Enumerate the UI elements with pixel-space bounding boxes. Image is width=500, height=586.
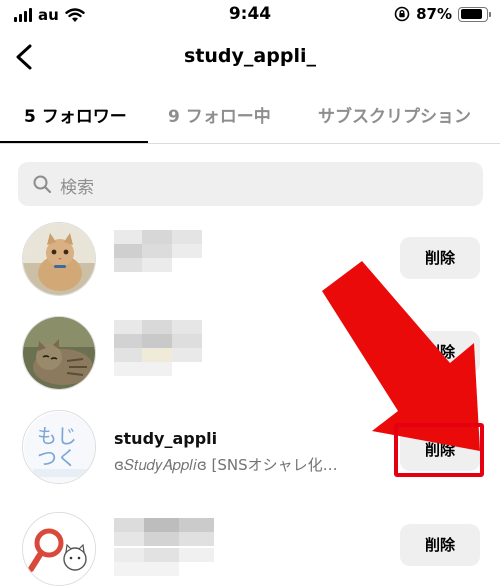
header: study_appli_ [0,30,500,86]
moji-tsuku-avatar[interactable]: もじ つく [22,410,96,484]
blurred-username [114,320,202,376]
search-placeholder: 検索 [60,178,94,198]
tab-bar: 5 フォロワー 9 フォロー中 サブスクリプション [0,94,500,144]
status-bar: au 9:44 87% [0,0,500,30]
svg-text:つく: つく [37,446,77,470]
tab-subscriptions[interactable]: サブスクリプション [318,102,471,142]
battery-percent: 87% [416,5,452,23]
cat-avatar[interactable] [22,222,96,296]
magnifier-cat-avatar[interactable] [22,512,96,586]
remove-button[interactable]: 削除 [400,524,480,566]
highlight-box-annotation [394,423,484,477]
rotation-lock-icon [394,6,410,22]
search-input[interactable]: 検索 [18,162,483,206]
tabby-cat-avatar[interactable] [22,316,96,390]
tab-following[interactable]: 9 フォロー中 [168,102,271,142]
page-title: study_appli_ [184,45,316,67]
svg-text:もじ: もじ [37,424,77,448]
blurred-username [114,518,214,576]
search-icon [33,175,52,194]
battery-icon [458,6,491,22]
blurred-username [114,230,202,280]
status-right: 87% [394,5,491,23]
tab-followers[interactable]: 5 フォロワー [24,102,127,142]
active-tab-indicator [0,141,148,143]
list-item[interactable]: 削除 [0,494,500,586]
user-bio: ɞ𝑆𝑡𝑢𝑑𝑦𝐴𝑝𝑝𝑙𝑖ɞ [SNSオシャレ化… [114,456,338,474]
username[interactable]: study_appli [114,429,217,448]
